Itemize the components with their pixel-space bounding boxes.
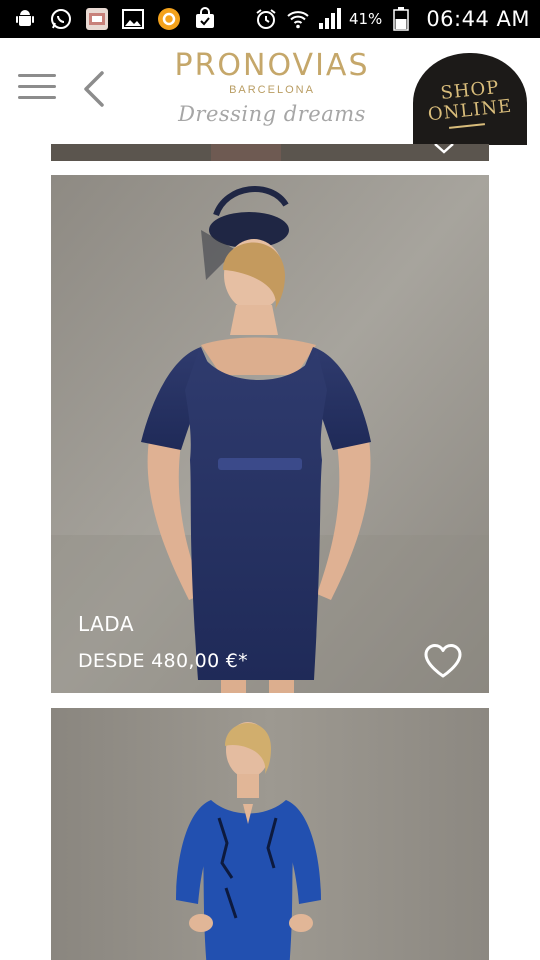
product-photo-previous — [51, 144, 489, 161]
orange-app-icon — [156, 6, 182, 32]
wifi-icon — [285, 6, 311, 32]
hamburger-menu-button[interactable] — [18, 74, 56, 100]
shopping-bag-icon — [192, 6, 218, 32]
menu-bar-icon — [18, 96, 56, 99]
product-list[interactable]: LADA DESDE 480,00 €* — [0, 144, 540, 960]
brand-city: BARCELONA — [229, 84, 315, 96]
product-photo-next — [51, 708, 489, 960]
brand-tagline: Dressing dreams — [178, 102, 366, 126]
product-card-previous[interactable] — [51, 144, 489, 161]
menu-bar-icon — [18, 85, 56, 88]
battery-percent: 41% — [348, 10, 383, 28]
android-debug-icon — [12, 6, 38, 32]
app-icon — [84, 6, 110, 32]
product-card-lada[interactable]: LADA DESDE 480,00 €* — [51, 175, 489, 693]
chevron-left-icon — [84, 71, 104, 107]
signal-icon — [317, 6, 343, 32]
clock: 06:44 AM — [426, 7, 530, 31]
back-button[interactable] — [80, 70, 108, 108]
system-indicators: 41% 06:44 AM — [253, 6, 540, 32]
status-bar: 41% 06:44 AM — [0, 0, 540, 38]
battery-icon — [388, 6, 414, 32]
gallery-icon — [120, 6, 146, 32]
heart-icon — [434, 144, 454, 154]
product-title: LADA — [78, 612, 135, 636]
badge-underline — [448, 123, 486, 129]
product-card-next[interactable] — [51, 708, 489, 960]
heart-icon — [424, 644, 462, 678]
product-price: DESDE 480,00 €* — [78, 650, 248, 672]
brand-logo[interactable]: PRONOVIAS BARCELONA Dressing dreams — [160, 48, 384, 126]
shop-online-button[interactable]: SHOP ONLINE — [413, 53, 527, 145]
alarm-icon — [253, 6, 279, 32]
brand-name: PRONOVIAS — [174, 48, 370, 83]
notification-icons — [0, 6, 218, 32]
whatsapp-icon — [48, 6, 74, 32]
app-header: PRONOVIAS BARCELONA Dressing dreams SHOP… — [0, 38, 540, 145]
menu-bar-icon — [18, 74, 56, 77]
favorite-button[interactable] — [423, 643, 463, 679]
